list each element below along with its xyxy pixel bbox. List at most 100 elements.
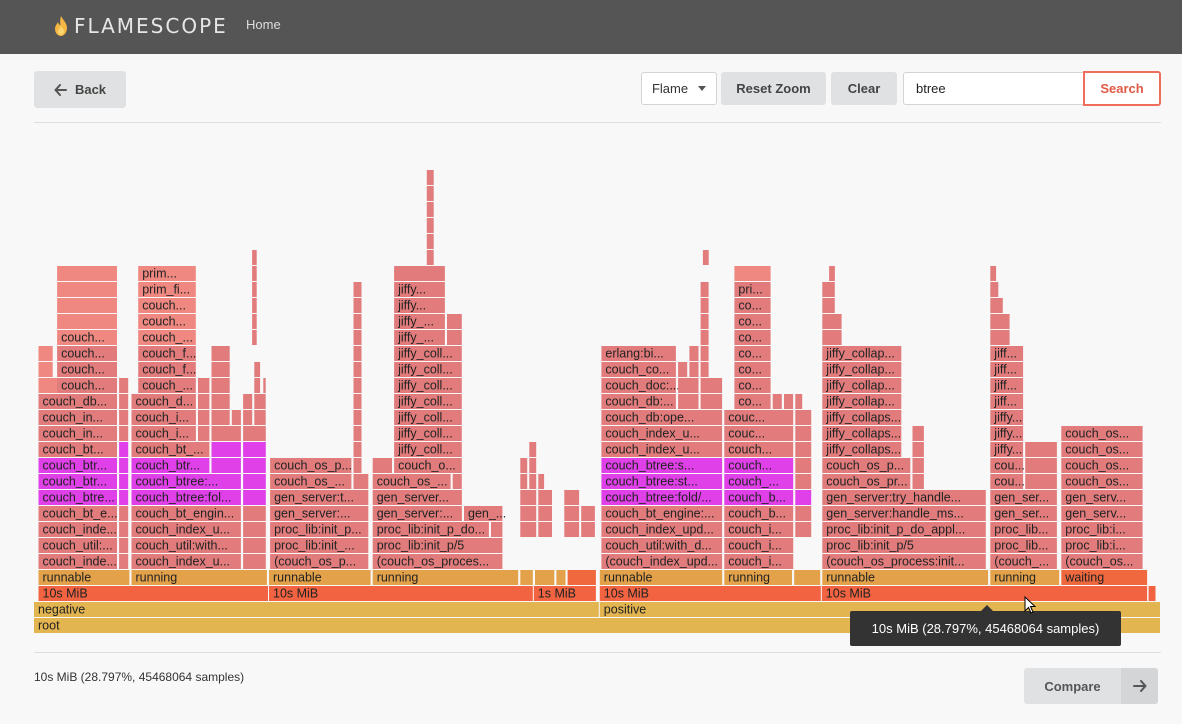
flame-frame[interactable] (38, 362, 53, 377)
flame-frame[interactable] (353, 394, 362, 409)
flame-frame[interactable] (211, 426, 241, 441)
flame-frame[interactable] (520, 474, 528, 489)
flame-frame[interactable] (678, 394, 699, 409)
flame-frame[interactable] (119, 394, 129, 409)
flame-frame[interactable] (243, 474, 266, 489)
flame-frame[interactable] (119, 458, 129, 473)
flame-frame[interactable] (564, 522, 580, 537)
flame-frame[interactable] (784, 394, 794, 409)
flame-frame[interactable] (243, 458, 266, 473)
flame-frame[interactable] (243, 490, 266, 505)
flame-frame[interactable] (822, 298, 835, 313)
flame-frame[interactable] (1025, 474, 1057, 489)
flame-frame[interactable] (556, 570, 566, 585)
flame-frame[interactable] (795, 442, 812, 457)
flame-frame[interactable] (211, 458, 241, 473)
flame-frame[interactable] (353, 378, 362, 393)
flame-frame[interactable] (426, 186, 434, 201)
flame-frame[interactable] (1148, 586, 1156, 601)
flame-frame[interactable] (119, 490, 129, 505)
compare-button[interactable]: Compare (1024, 668, 1158, 704)
flame-frame[interactable] (353, 458, 362, 473)
flame-frame[interactable] (426, 202, 434, 217)
flame-frame[interactable] (447, 330, 462, 345)
flame-frame[interactable] (452, 474, 462, 489)
flame-frame[interactable] (119, 506, 129, 521)
flame-frame[interactable] (912, 426, 924, 441)
flame-frame[interactable] (795, 490, 812, 505)
flame-frame[interactable] (57, 298, 117, 313)
flame-frame[interactable] (567, 570, 596, 585)
flame-frame[interactable] (822, 314, 842, 329)
flame-frame[interactable] (119, 474, 129, 489)
nav-home-link[interactable]: Home (246, 17, 281, 32)
flame-frame[interactable] (795, 458, 812, 473)
flame-frame[interactable] (795, 522, 812, 537)
flame-frame[interactable] (700, 282, 709, 297)
flame-frame[interactable] (353, 298, 362, 313)
flame-frame[interactable] (198, 426, 210, 441)
flame-frame[interactable] (211, 346, 230, 361)
flame-frame[interactable] (243, 538, 266, 553)
flame-frame[interactable] (231, 410, 241, 425)
flame-frame[interactable] (990, 330, 1010, 345)
flame-frame[interactable] (252, 314, 257, 329)
flame-frame[interactable] (353, 474, 369, 489)
flame-frame[interactable] (491, 522, 503, 537)
flame-frame[interactable] (912, 474, 924, 489)
flame-frame[interactable] (990, 282, 999, 297)
flame-frame[interactable] (198, 378, 210, 393)
flame-frame[interactable] (119, 522, 129, 537)
flame-frame[interactable] (795, 474, 812, 489)
flame-frame[interactable] (243, 506, 266, 521)
flame-frame[interactable] (700, 330, 709, 345)
flame-frame[interactable] (426, 218, 434, 233)
flame-frame[interactable] (700, 362, 709, 377)
flame-frame[interactable] (581, 522, 595, 537)
flame-frame[interactable] (38, 346, 53, 361)
flame-frame[interactable] (520, 458, 528, 473)
flame-frame[interactable] (252, 330, 257, 345)
flame-frame[interactable] (119, 538, 129, 553)
flame-frame[interactable] (700, 346, 709, 361)
flame-frame[interactable] (734, 266, 771, 281)
flame-frame[interactable] (678, 378, 699, 393)
flame-frame[interactable] (795, 426, 812, 441)
flame-frame[interactable] (254, 394, 266, 409)
flame-frame[interactable] (520, 490, 537, 505)
flame-frame[interactable] (447, 314, 462, 329)
flame-frame[interactable] (689, 346, 699, 361)
back-button[interactable]: Back (34, 71, 126, 108)
flame-frame[interactable] (538, 474, 545, 489)
flame-frame[interactable] (372, 458, 392, 473)
flame-frame[interactable] (243, 394, 253, 409)
flame-frame[interactable] (795, 506, 812, 521)
flame-frame[interactable] (912, 458, 924, 473)
flame-frame[interactable] (700, 394, 723, 409)
flame-frame[interactable] (700, 378, 723, 393)
flame-frame[interactable] (426, 250, 434, 265)
flame-frame[interactable] (211, 378, 230, 393)
flame-frame[interactable] (794, 570, 821, 585)
flame-frame[interactable] (529, 442, 537, 457)
flame-frame[interactable] (538, 490, 552, 505)
flame-frame[interactable] (119, 410, 129, 425)
flame-frame[interactable] (1025, 442, 1057, 457)
flame-frame[interactable] (529, 458, 537, 473)
flame-frame[interactable] (254, 378, 261, 393)
flame-frame[interactable] (678, 362, 688, 377)
flame-frame[interactable] (353, 330, 362, 345)
flame-frame[interactable] (538, 506, 552, 521)
flame-frame[interactable] (829, 266, 835, 281)
flame-frame[interactable] (119, 426, 129, 441)
search-input[interactable] (903, 72, 1084, 105)
flame-frame[interactable] (564, 490, 580, 505)
flame-frame[interactable] (912, 442, 924, 457)
flame-frame[interactable] (394, 266, 445, 281)
flame-frame[interactable] (353, 426, 362, 441)
flame-frame[interactable] (529, 474, 537, 489)
flame-frame[interactable] (243, 426, 266, 441)
flame-frame[interactable] (243, 442, 266, 457)
flame-frame[interactable] (426, 170, 434, 185)
flame-frame[interactable] (700, 314, 709, 329)
